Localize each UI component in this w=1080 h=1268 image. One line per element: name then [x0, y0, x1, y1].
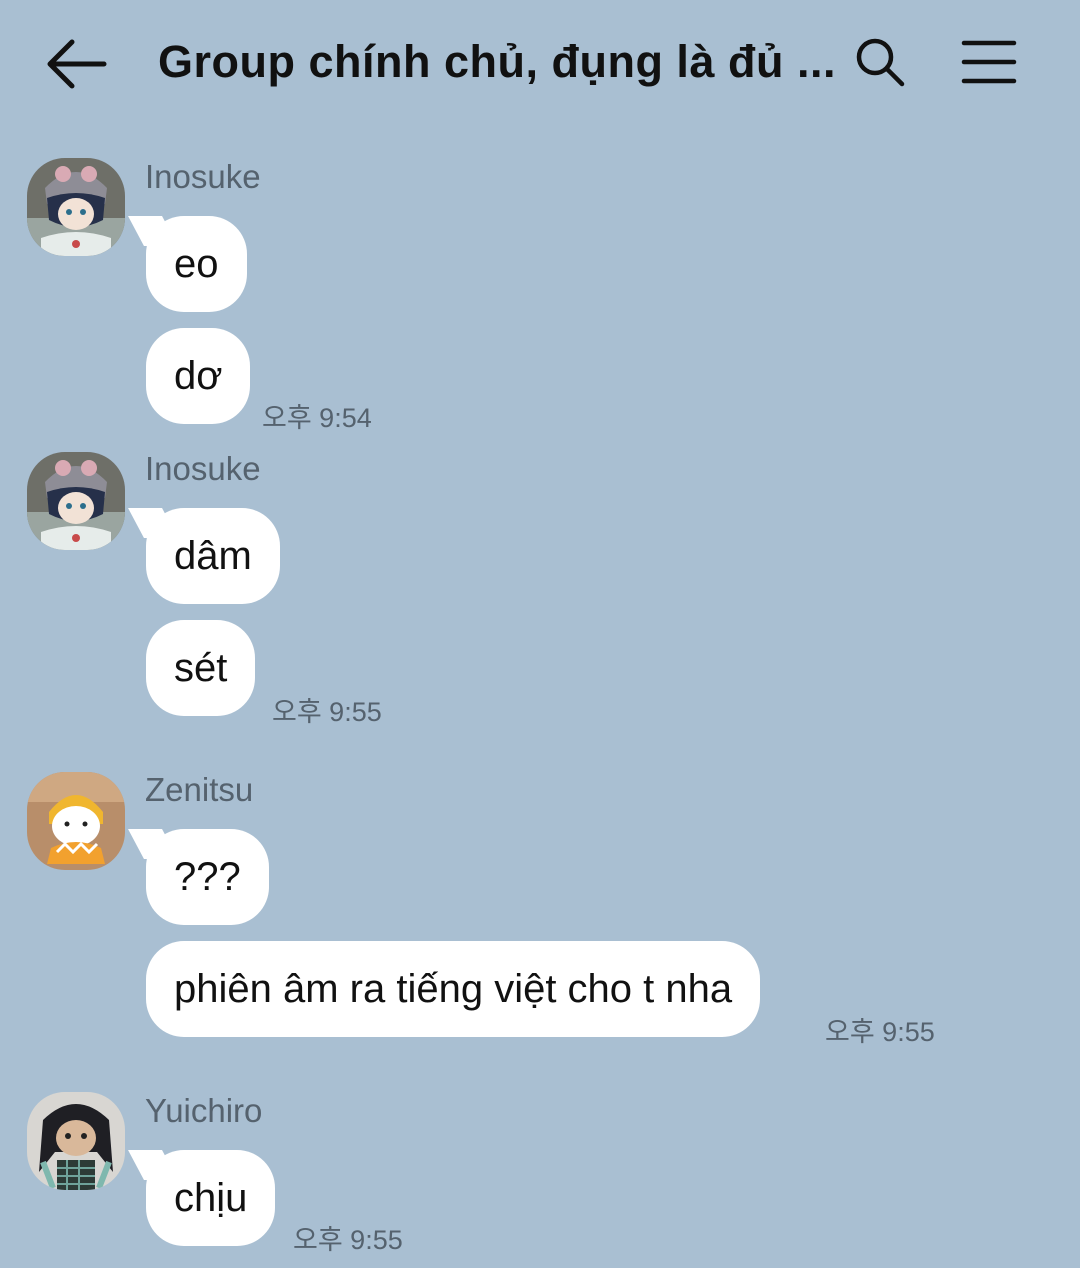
- message-time: 오후 9:55: [293, 1225, 403, 1255]
- inosuke-avatar-image: [27, 452, 125, 550]
- message-time: 오후 9:54: [262, 403, 372, 433]
- sender-name: Inosuke: [145, 450, 261, 487]
- zenitsu-avatar-image: [27, 772, 125, 870]
- avatar-inosuke[interactable]: [27, 158, 125, 256]
- chat-title: Group chính chủ, đụng là đủ ...: [158, 36, 836, 87]
- inosuke-avatar-image: [27, 158, 125, 256]
- message-bubble[interactable]: dâm: [146, 508, 280, 604]
- hamburger-menu-icon: [961, 40, 1017, 84]
- chat-header: Group chính chủ, đụng là đủ ...: [0, 0, 1080, 125]
- sender-name: Yuichiro: [145, 1092, 263, 1129]
- message-bubble[interactable]: phiên âm ra tiếng việt cho t nha: [146, 941, 761, 1037]
- sender-name: Inosuke: [145, 158, 261, 195]
- avatar-inosuke[interactable]: [27, 452, 125, 550]
- back-button[interactable]: [40, 28, 112, 100]
- menu-button[interactable]: [954, 30, 1024, 94]
- message-bubble[interactable]: ???: [146, 829, 269, 925]
- search-button[interactable]: [848, 30, 912, 94]
- message-bubble[interactable]: dơ: [146, 328, 251, 424]
- message-time: 오후 9:55: [272, 697, 382, 727]
- message-bubble[interactable]: chịu: [146, 1150, 276, 1246]
- yuichiro-avatar-image: [27, 1092, 125, 1190]
- message-bubble[interactable]: sét: [146, 620, 256, 716]
- message-bubble[interactable]: eo: [146, 216, 247, 312]
- avatar-yuichiro[interactable]: [27, 1092, 125, 1190]
- avatar-zenitsu[interactable]: [27, 772, 125, 870]
- arrow-left-icon: [47, 39, 107, 89]
- sender-name: Zenitsu: [145, 771, 254, 808]
- search-icon: [856, 38, 905, 87]
- message-time: 오후 9:55: [825, 1017, 935, 1047]
